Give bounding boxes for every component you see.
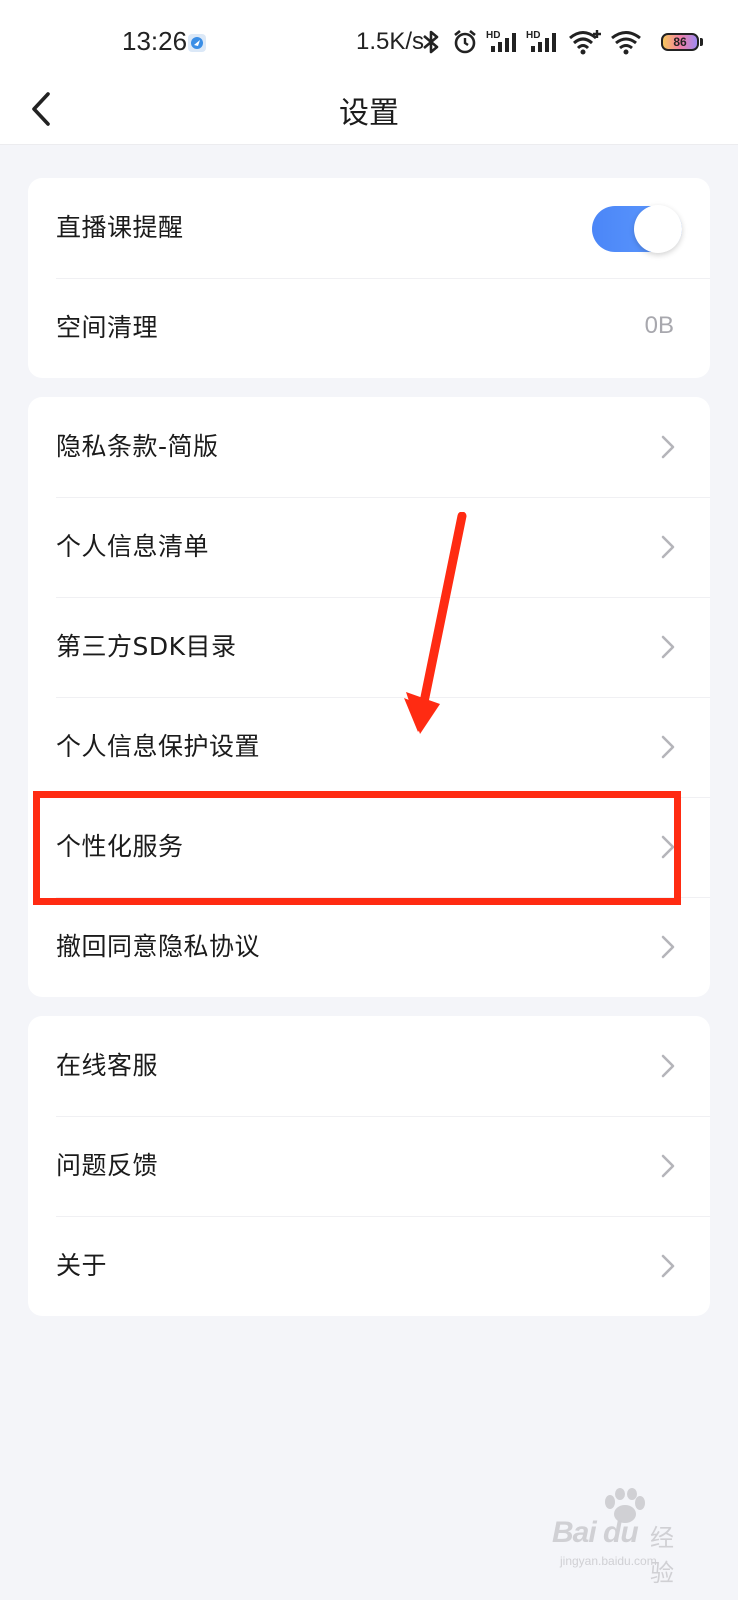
svg-text:HD: HD — [486, 30, 500, 41]
storage-size-value: 0B — [644, 312, 674, 339]
alarm-icon — [454, 29, 476, 54]
online-support-row[interactable]: 在线客服 — [28, 1016, 710, 1116]
wifi-icon — [611, 31, 641, 55]
third-party-sdk-row[interactable]: 第三方SDK目录 — [28, 597, 710, 697]
personal-info-list-row[interactable]: 个人信息清单 — [28, 497, 710, 597]
bluetooth-icon — [423, 30, 439, 54]
chevron-right-icon — [661, 635, 675, 659]
privacy-terms-row[interactable]: 隐私条款-简版 — [28, 397, 710, 497]
third-party-sdk-label: 第三方SDK目录 — [56, 632, 237, 661]
personalized-service-row[interactable]: 个性化服务 — [28, 797, 710, 897]
chevron-right-icon — [661, 1254, 675, 1278]
chevron-right-icon — [661, 935, 675, 959]
revoke-privacy-consent-label: 撤回同意隐私协议 — [56, 932, 261, 961]
chevron-right-icon — [661, 835, 675, 859]
baidu-watermark: Bai du 经验 jingyan.baidu.com — [552, 1488, 692, 1587]
settings-group-general: 直播课提醒 空间清理 0B — [28, 178, 710, 378]
storage-cleanup-row[interactable]: 空间清理 0B — [28, 278, 710, 378]
chevron-right-icon — [661, 1054, 675, 1078]
watermark-brand: Bai du — [552, 1516, 639, 1549]
revoke-privacy-consent-row[interactable]: 撤回同意隐私协议 — [28, 897, 710, 997]
status-time: 13:26 — [122, 26, 188, 56]
watermark-url: jingyan.baidu.com — [560, 1554, 657, 1568]
network-speed: 1.5K/s — [356, 28, 425, 55]
chevron-right-icon — [661, 735, 675, 759]
chevron-right-icon — [661, 535, 675, 559]
hd-signal-icon: HD — [486, 30, 516, 52]
chevron-right-icon — [661, 1154, 675, 1178]
personal-info-protection-row[interactable]: 个人信息保护设置 — [28, 697, 710, 797]
online-support-label: 在线客服 — [56, 1051, 159, 1080]
navigation-bar: 设置 — [0, 76, 738, 145]
privacy-terms-label: 隐私条款-简版 — [56, 432, 219, 461]
settings-group-privacy: 隐私条款-简版 个人信息清单 第三方SDK目录 个人信息保护设置 个性化服务 撤… — [28, 397, 710, 997]
hd-signal-icon: HD — [526, 30, 556, 52]
feedback-row[interactable]: 问题反馈 — [28, 1116, 710, 1216]
toggle-knob — [634, 205, 682, 253]
personal-info-protection-label: 个人信息保护设置 — [56, 732, 261, 761]
feedback-label: 问题反馈 — [56, 1151, 159, 1180]
watermark-brand-cn: 经验 — [650, 1524, 674, 1587]
battery-icon: 86 — [661, 33, 699, 51]
live-reminder-label: 直播课提醒 — [56, 213, 184, 242]
settings-group-support: 在线客服 问题反馈 关于 — [28, 1016, 710, 1316]
battery-tip — [700, 38, 703, 46]
about-label: 关于 — [56, 1251, 108, 1280]
page-title: 设置 — [339, 96, 399, 131]
live-reminder-row: 直播课提醒 — [28, 178, 710, 278]
svg-text:HD: HD — [526, 30, 540, 41]
chevron-right-icon — [661, 435, 675, 459]
wifi-plus-icon — [569, 30, 601, 55]
annotation-arrow-icon — [404, 512, 467, 734]
about-row[interactable]: 关于 — [28, 1216, 710, 1316]
status-bar: 13:26 1.5K/s HD HD 86 — [0, 0, 738, 76]
personal-info-list-label: 个人信息清单 — [56, 532, 210, 561]
storage-cleanup-label: 空间清理 — [56, 313, 159, 342]
live-reminder-toggle[interactable] — [592, 205, 682, 253]
location-app-icon — [188, 34, 206, 52]
personalized-service-label: 个性化服务 — [56, 832, 184, 861]
